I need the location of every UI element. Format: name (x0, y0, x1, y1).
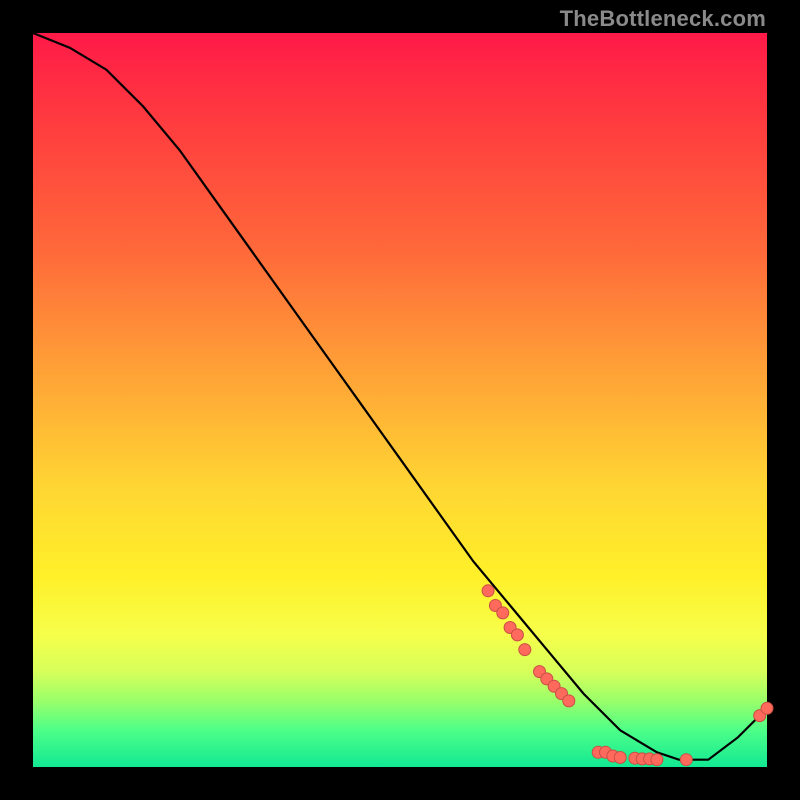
data-markers (482, 585, 773, 766)
chart-stage: TheBottleneck.com (0, 0, 800, 800)
data-marker (497, 607, 509, 619)
data-marker (519, 644, 531, 656)
data-marker (563, 695, 575, 707)
curve-line (33, 33, 767, 760)
data-marker (651, 754, 663, 766)
data-marker (614, 752, 626, 764)
watermark-text: TheBottleneck.com (560, 6, 766, 32)
data-marker (482, 585, 494, 597)
data-marker (761, 702, 773, 714)
chart-overlay (33, 33, 767, 767)
data-marker (680, 754, 692, 766)
data-marker (511, 629, 523, 641)
